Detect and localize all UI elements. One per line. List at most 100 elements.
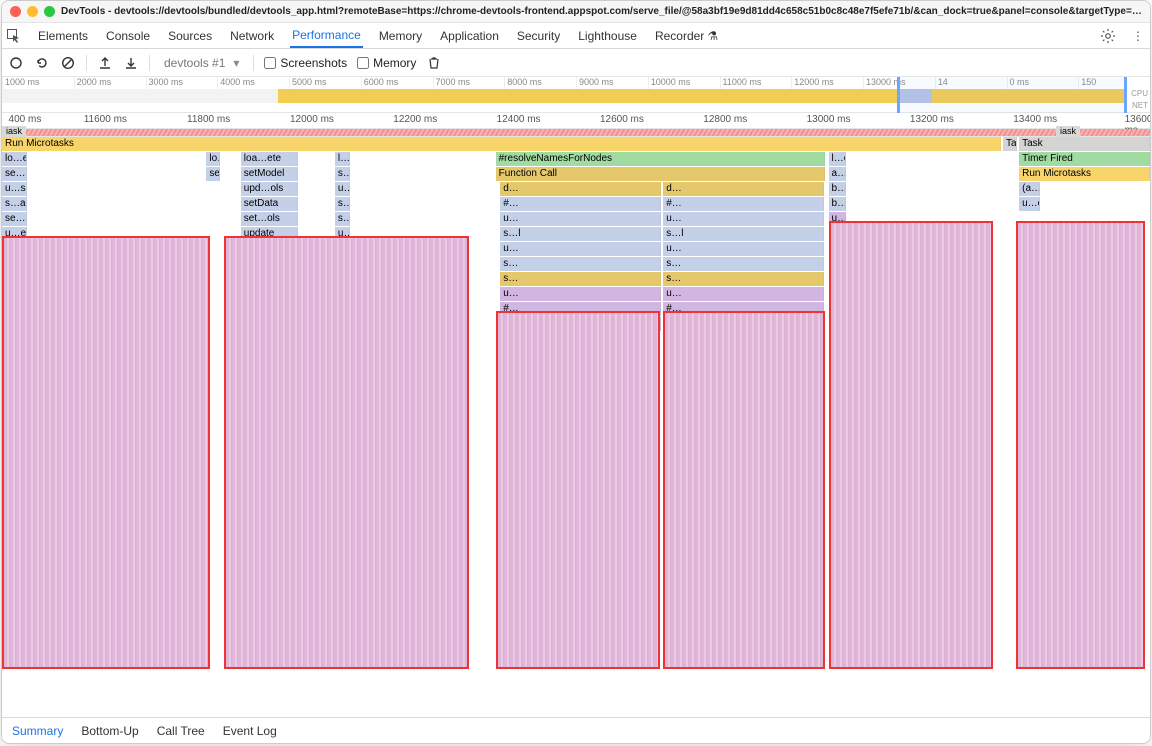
overview-cpu-label: CPU: [1131, 89, 1148, 98]
tab-performance[interactable]: Performance: [290, 24, 363, 48]
overview-tick: 7000 ms: [433, 77, 505, 89]
details-tab-event-log[interactable]: Event Log: [223, 724, 277, 738]
ruler-tick: 13400 ms: [1013, 114, 1057, 125]
download-icon[interactable]: [123, 55, 139, 71]
flame-bar[interactable]: (a…): [1019, 182, 1040, 196]
close-window-icon[interactable]: [10, 6, 21, 17]
timeline-overview[interactable]: 1000 ms2000 ms3000 ms4000 ms5000 ms6000 …: [2, 77, 1150, 113]
ruler-tick: 13000 ms: [807, 114, 851, 125]
tab-sources[interactable]: Sources: [166, 25, 214, 47]
flame-bar[interactable]: u…: [500, 212, 661, 226]
flame-bar[interactable]: #resolveNamesForNodes: [496, 152, 825, 166]
trash-icon[interactable]: [426, 55, 442, 71]
flame-row: s…a setData s… #…#… b… u…e: [2, 197, 1150, 212]
toolbar-divider: [86, 55, 87, 71]
flame-bar[interactable]: l…: [335, 152, 350, 166]
settings-gear-icon[interactable]: [1100, 28, 1116, 44]
minimize-window-icon[interactable]: [27, 6, 38, 17]
memory-checkbox[interactable]: Memory: [357, 56, 416, 70]
record-button-icon[interactable]: [8, 55, 24, 71]
ruler-tick: 12200 ms: [393, 114, 437, 125]
flame-bar[interactable]: se…l: [206, 167, 220, 181]
flame-bar[interactable]: s…: [500, 257, 661, 271]
flame-bar[interactable]: u…: [335, 182, 350, 196]
flame-bar[interactable]: Function Call: [496, 167, 825, 181]
flame-bar[interactable]: lo…e: [206, 152, 220, 166]
flame-bar[interactable]: setModel: [241, 167, 298, 181]
flame-bar[interactable]: se…s: [2, 212, 27, 226]
tab-recorder[interactable]: Recorder⚗: [653, 25, 720, 47]
flame-bar[interactable]: a…: [829, 167, 846, 181]
tab-elements[interactable]: Elements: [36, 25, 90, 47]
flame-bar[interactable]: Run Microtasks: [2, 137, 1001, 151]
flame-bar[interactable]: setData: [241, 197, 298, 211]
overview-tick: 6000 ms: [361, 77, 433, 89]
flame-ruler[interactable]: 400 ms11600 ms11800 ms12000 ms12200 ms12…: [2, 113, 1150, 129]
flame-chart[interactable]: Run MicrotasksTaskTasklo…elo…eloa…etel…#…: [2, 137, 1150, 717]
window-title: DevTools - devtools://devtools/bundled/d…: [61, 6, 1142, 17]
clear-icon[interactable]: [60, 55, 76, 71]
titlebar: DevTools - devtools://devtools/bundled/d…: [2, 1, 1150, 23]
flame-bar[interactable]: d…: [663, 182, 824, 196]
flame-bar[interactable]: u…s: [2, 182, 27, 196]
flame-bar[interactable]: d…: [500, 182, 661, 196]
reload-icon[interactable]: [34, 55, 50, 71]
flame-bar[interactable]: s…: [500, 272, 661, 286]
profile-select[interactable]: devtools #1: [160, 54, 243, 72]
overview-viewport-handle[interactable]: [897, 77, 1127, 113]
flame-bar[interactable]: set…ols: [241, 212, 298, 226]
flame-bar[interactable]: s…l: [663, 227, 824, 241]
flame-bar[interactable]: u…: [500, 242, 661, 256]
flame-bar[interactable]: s…: [663, 257, 824, 271]
screenshots-checkbox[interactable]: Screenshots: [264, 56, 347, 70]
more-menu-icon[interactable]: ⋮: [1130, 29, 1146, 43]
flame-bar[interactable]: u…: [663, 212, 824, 226]
flame-bar[interactable]: upd…ols: [241, 182, 298, 196]
flame-bar[interactable]: s…: [663, 272, 824, 286]
flame-bar[interactable]: Task: [1003, 137, 1017, 151]
flame-bar[interactable]: u…: [663, 242, 824, 256]
flame-bar[interactable]: b…: [829, 182, 846, 196]
overview-cpu-track: [2, 89, 1150, 103]
ruler-tick: 13200 ms: [910, 114, 954, 125]
flame-bar[interactable]: Run Microtasks: [1019, 167, 1150, 181]
tab-console[interactable]: Console: [104, 25, 152, 47]
tab-network[interactable]: Network: [228, 25, 276, 47]
flame-bar[interactable]: loa…ete: [241, 152, 298, 166]
flame-bar[interactable]: l…e: [829, 152, 846, 166]
overview-net-label: NET: [1132, 101, 1148, 110]
flame-bar[interactable]: s…a: [2, 197, 27, 211]
screenshots-label: Screenshots: [280, 56, 347, 70]
tab-application[interactable]: Application: [438, 25, 501, 47]
flame-bar[interactable]: s…l: [500, 227, 661, 241]
flame-bar[interactable]: b…: [829, 197, 846, 211]
flame-row: lo…e lo…e loa…ete l… #resolveNamesForNodes l……: [2, 152, 1150, 167]
flame-highlight-region: [2, 236, 210, 669]
details-tab-summary[interactable]: Summary: [12, 724, 63, 738]
flame-bar[interactable]: s…l: [335, 167, 350, 181]
flame-bar[interactable]: Timer Fired: [1019, 152, 1150, 166]
flame-bar[interactable]: #…: [500, 197, 661, 211]
inspect-element-icon[interactable]: [6, 28, 22, 44]
tab-memory[interactable]: Memory: [377, 25, 424, 47]
flame-bar[interactable]: u…e: [1019, 197, 1040, 211]
flame-bar[interactable]: Task: [1019, 137, 1150, 151]
flame-bar[interactable]: u…: [663, 287, 824, 301]
devtools-window: DevTools - devtools://devtools/bundled/d…: [1, 0, 1151, 744]
ruler-tick: 12800 ms: [703, 114, 747, 125]
overview-tick: 1000 ms: [2, 77, 74, 89]
flame-bar[interactable]: s…: [335, 197, 350, 211]
tab-lighthouse[interactable]: Lighthouse: [576, 25, 639, 47]
details-tab-bottom-up[interactable]: Bottom-Up: [81, 724, 138, 738]
flame-bar[interactable]: lo…e: [2, 152, 27, 166]
panel-tabbar: Elements Console Sources Network Performance…: [2, 23, 1150, 49]
details-tab-call-tree[interactable]: Call Tree: [157, 724, 205, 738]
flame-bar[interactable]: #…: [663, 197, 824, 211]
upload-icon[interactable]: [97, 55, 113, 71]
flame-bar[interactable]: u…: [500, 287, 661, 301]
memory-label: Memory: [373, 56, 416, 70]
flame-bar[interactable]: s…: [335, 212, 350, 226]
flame-bar[interactable]: se…l: [2, 167, 27, 181]
zoom-window-icon[interactable]: [44, 6, 55, 17]
tab-security[interactable]: Security: [515, 25, 562, 47]
